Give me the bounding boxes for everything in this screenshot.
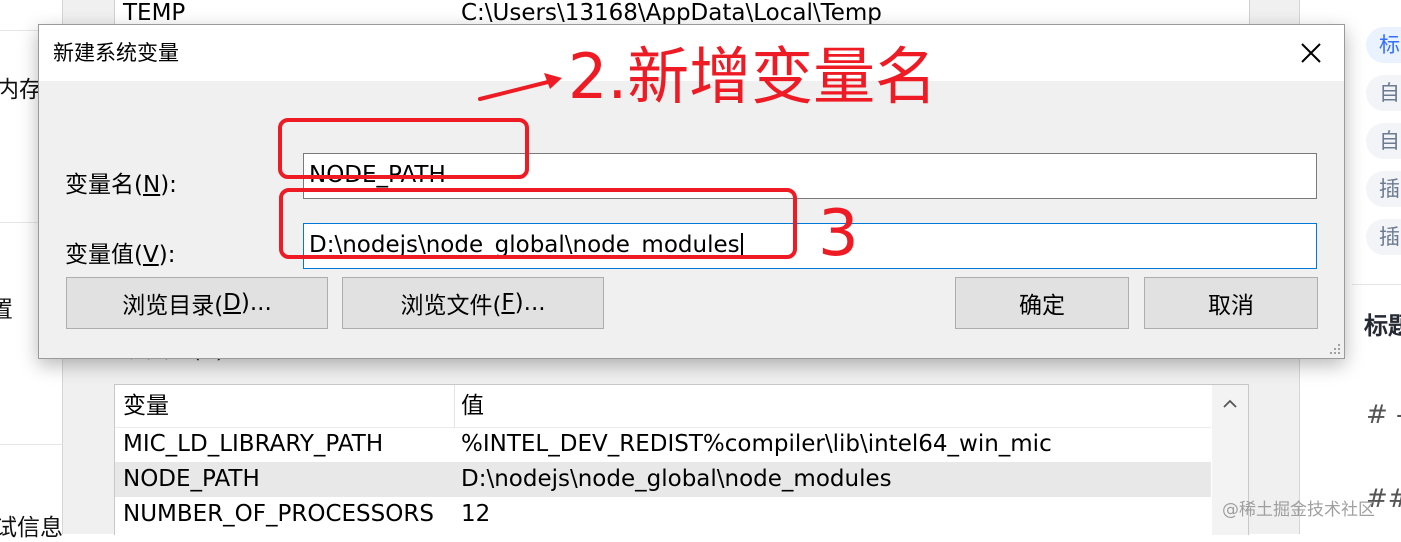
tag-chip[interactable]: 插 — [1366, 219, 1401, 255]
watermark: @稀土掘金技术社区 — [1222, 500, 1375, 520]
left-fragment: 试信息 — [0, 515, 63, 541]
browse-directory-button[interactable]: 浏览目录(D)... — [66, 277, 328, 329]
var-name-cell: TEMP — [123, 0, 186, 26]
ok-button[interactable]: 确定 — [955, 277, 1129, 329]
markdown-line: # - — [1366, 400, 1401, 430]
scroll-up-icon[interactable] — [1222, 395, 1238, 414]
tag-chip[interactable]: 自 — [1366, 123, 1401, 159]
annotation-box-value — [279, 188, 797, 259]
left-fragment: 置 — [0, 297, 13, 323]
variable-name-label: 变量名(N): — [65, 172, 177, 198]
var-name-cell: NODE_PATH — [123, 466, 260, 492]
browse-file-button[interactable]: 浏览文件(F)... — [342, 277, 604, 329]
annotation-step-3: 3 — [818, 197, 859, 271]
list-header: 变量 值 — [115, 385, 1211, 428]
variable-value-label: 变量值(V): — [65, 242, 176, 268]
column-header-variable[interactable]: 变量 — [123, 389, 169, 423]
sidebar-heading: 标题 — [1364, 312, 1401, 340]
annotation-step-2: 2.新增变量名 — [568, 40, 938, 113]
resize-grip-icon[interactable] — [1326, 340, 1342, 356]
var-value-cell: %INTEL_DEV_REDIST%compiler\lib\intel64_w… — [461, 431, 1052, 457]
close-button[interactable] — [1278, 25, 1344, 81]
table-row[interactable]: NUMBER_OF_PROCESSORS 12 — [115, 497, 1211, 532]
tag-chip[interactable]: 插 — [1366, 171, 1401, 207]
tag-chip[interactable]: 标 — [1366, 27, 1401, 63]
table-row-selected[interactable]: NODE_PATH D:\nodejs\node_global\node_mod… — [115, 462, 1211, 497]
left-fragment: 内存 — [0, 77, 42, 103]
column-separator[interactable] — [454, 385, 455, 427]
divider — [0, 444, 62, 445]
tag-chip[interactable]: 自 — [1366, 75, 1401, 111]
var-name-cell: NUMBER_OF_PROCESSORS — [123, 501, 434, 527]
divider — [1352, 284, 1401, 285]
dialog-title: 新建系统变量 — [53, 41, 179, 65]
var-value-cell: C:\Users\13168\AppData\Local\Temp — [461, 0, 882, 26]
cancel-button[interactable]: 取消 — [1144, 277, 1318, 329]
table-row[interactable]: MIC_LD_LIBRARY_PATH %INTEL_DEV_REDIST%co… — [115, 427, 1211, 462]
close-icon — [1301, 43, 1321, 63]
column-header-value[interactable]: 值 — [461, 389, 484, 423]
system-variables-list[interactable]: 变量 值 MIC_LD_LIBRARY_PATH %INTEL_DEV_REDI… — [114, 384, 1249, 535]
var-value-cell: 12 — [461, 501, 491, 527]
annotation-box-name — [278, 118, 529, 179]
var-value-cell: D:\nodejs\node_global\node_modules — [461, 466, 892, 492]
var-name-cell: MIC_LD_LIBRARY_PATH — [123, 431, 384, 457]
annotation-arrow-icon — [478, 73, 562, 101]
